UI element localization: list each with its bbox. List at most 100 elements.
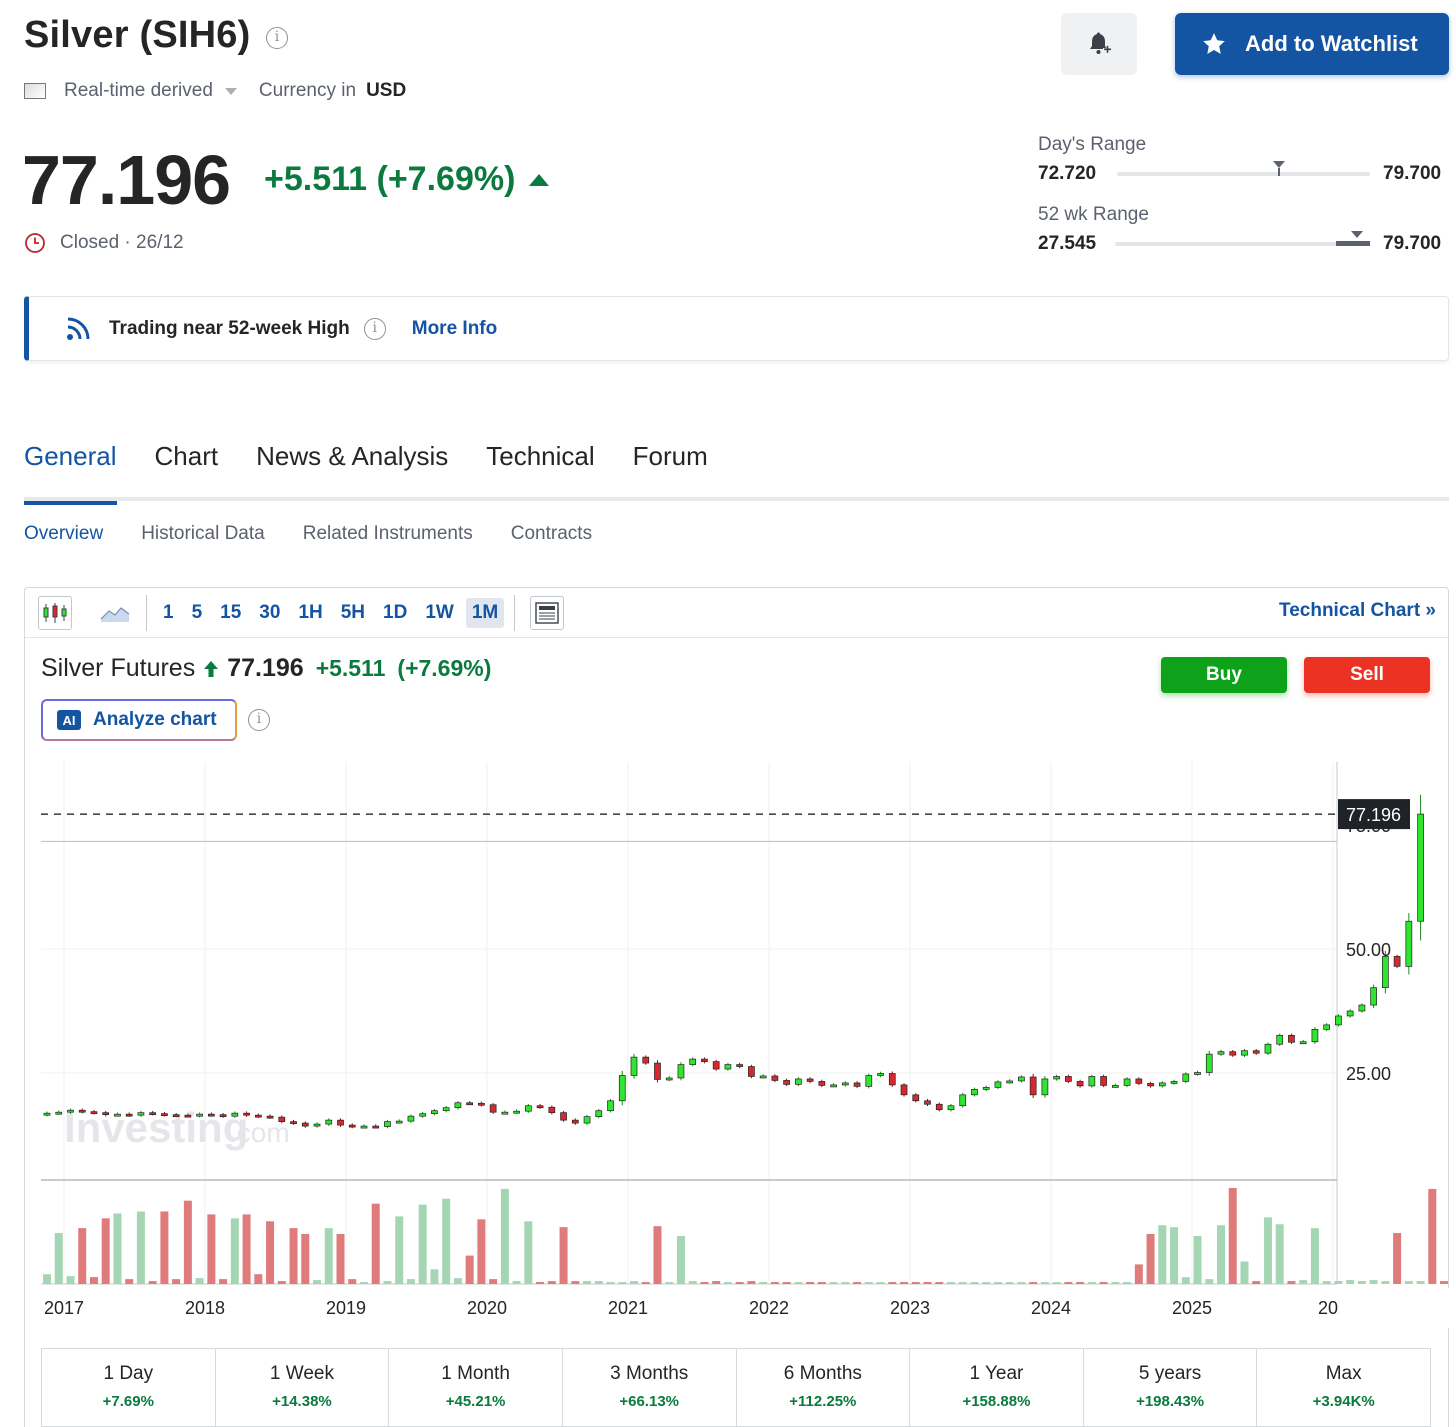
candle (125, 1113, 133, 1117)
candle (1182, 1073, 1190, 1082)
volume-bar (923, 1282, 932, 1284)
price-chart[interactable]: Investing.com75.0025.0050.0077.196201720… (0, 0, 1456, 1340)
candle (1299, 1041, 1307, 1045)
volume-bar (700, 1282, 709, 1284)
candle (1170, 1081, 1178, 1084)
candle (384, 1121, 391, 1127)
volume-bar (1005, 1282, 1014, 1284)
volume-bar (289, 1228, 298, 1284)
performance-cell[interactable]: 1 Day +7.69% (42, 1349, 216, 1426)
candle (67, 1109, 74, 1113)
candle (1335, 1015, 1342, 1026)
candle (1405, 920, 1413, 967)
volume-bar (230, 1218, 239, 1284)
candle (947, 1105, 955, 1111)
candle (219, 1114, 227, 1118)
volume-bar (1205, 1279, 1214, 1284)
performance-cell[interactable]: 1 Year +158.88% (910, 1349, 1084, 1426)
x-tick-label: 2023 (890, 1298, 930, 1318)
candle (184, 1114, 192, 1118)
volume-bar (1393, 1233, 1402, 1284)
volume-bar (1357, 1281, 1366, 1284)
candle (1370, 987, 1377, 1006)
candle (501, 1111, 509, 1115)
candle (900, 1084, 908, 1096)
volume-bar (1181, 1277, 1190, 1284)
performance-cell[interactable]: 3 Months +66.13% (563, 1349, 737, 1426)
candle (724, 1064, 732, 1070)
volume-bar (571, 1281, 580, 1284)
volume-bar (101, 1218, 110, 1284)
performance-period: 6 Months (783, 1363, 862, 1384)
volume-bar (676, 1235, 685, 1284)
volume-bar (336, 1234, 345, 1284)
volume-bar (1299, 1280, 1308, 1284)
volume-bar (113, 1213, 122, 1284)
volume-bar (536, 1282, 545, 1284)
candle (935, 1103, 943, 1111)
volume-bar (911, 1282, 920, 1284)
candle (43, 1112, 51, 1116)
candle (595, 1110, 603, 1117)
candle (1252, 1050, 1260, 1054)
candle (254, 1114, 262, 1118)
volume-bar (946, 1282, 955, 1284)
volume-bar (876, 1282, 885, 1284)
performance-cell[interactable]: 5 years +198.43% (1084, 1349, 1258, 1426)
volume-bar (1381, 1281, 1390, 1284)
volume-bar (782, 1282, 791, 1284)
volume-bar (66, 1276, 75, 1284)
candle (407, 1115, 415, 1122)
volume-bar (606, 1282, 615, 1284)
candle (266, 1115, 274, 1119)
axis-mask (1339, 1288, 1455, 1328)
candle (231, 1112, 239, 1117)
candle (654, 1062, 661, 1080)
x-tick-label: 2020 (467, 1298, 507, 1318)
volume-bar (841, 1282, 850, 1284)
volume-bar (1369, 1280, 1378, 1284)
candle (560, 1112, 567, 1121)
candle (419, 1113, 427, 1117)
candle (442, 1107, 450, 1112)
volume-bar (1346, 1280, 1355, 1284)
performance-value: +14.38% (272, 1393, 332, 1410)
candle (1205, 1053, 1213, 1073)
candle (90, 1111, 98, 1115)
x-tick-label: 2025 (1172, 1298, 1212, 1318)
performance-cell[interactable]: 6 Months +112.25% (737, 1349, 911, 1426)
volume-bar (618, 1282, 627, 1284)
volume-bar (982, 1282, 991, 1284)
volume-bar (806, 1282, 815, 1284)
performance-cell[interactable]: Max +3.94K% (1257, 1349, 1430, 1426)
candle (337, 1119, 344, 1126)
y-tick-label: 50.00 (1346, 940, 1391, 960)
candle (114, 1113, 121, 1117)
candle (994, 1081, 1002, 1088)
volume-bar (583, 1281, 592, 1284)
candle (1346, 1010, 1354, 1017)
volume-bar (993, 1282, 1002, 1284)
candle (1041, 1078, 1049, 1096)
candle (1029, 1076, 1037, 1096)
performance-value: +3.94K% (1312, 1393, 1375, 1410)
watermark-logo: Investing (64, 1104, 248, 1151)
volume-bar (653, 1226, 662, 1284)
performance-cell[interactable]: 1 Month +45.21% (389, 1349, 563, 1426)
candle (783, 1080, 790, 1085)
volume-bar (817, 1282, 826, 1284)
volume-bar (1017, 1282, 1026, 1284)
performance-cell[interactable]: 1 Week +14.38% (216, 1349, 390, 1426)
candle (1288, 1034, 1295, 1043)
volume-bar (172, 1279, 181, 1284)
volume-bar (1440, 1281, 1449, 1284)
performance-period: 1 Day (103, 1363, 154, 1384)
volume-bar (1111, 1282, 1120, 1284)
candle (642, 1056, 650, 1064)
candle (161, 1113, 168, 1117)
volume-bar (207, 1214, 216, 1284)
candle (243, 1112, 250, 1116)
candle (912, 1094, 920, 1102)
candle (982, 1087, 990, 1090)
volume-bar (1310, 1228, 1319, 1284)
